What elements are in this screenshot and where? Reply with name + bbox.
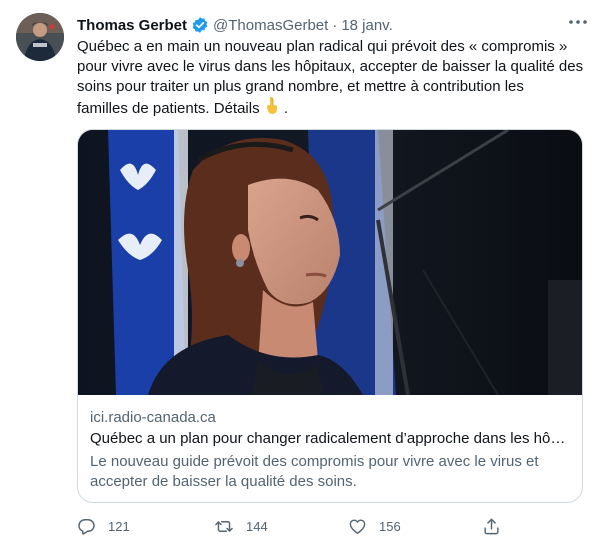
tweet-text-line: familles de patients. Détails [77, 100, 260, 117]
tweet-text-line: pour vivre avec le virus dans les hôpita… [77, 58, 584, 75]
card-title[interactable]: Québec a un plan pour changer radicaleme… [90, 429, 570, 449]
tweet-header: Thomas Gerbet @ThomasGerbet · 18 janv. [77, 14, 583, 36]
card-image[interactable] [78, 130, 582, 395]
like-button[interactable]: 156 [348, 517, 401, 536]
tweet-text-end: . [279, 100, 289, 117]
share-icon [482, 517, 501, 536]
reply-icon [77, 517, 96, 536]
reply-count: 121 [108, 518, 130, 534]
retweet-count: 144 [246, 518, 268, 534]
tweet-text-line: soins pour traiter un plus grand nombre,… [77, 78, 524, 95]
reply-button[interactable]: 121 [77, 517, 130, 536]
more-options-icon[interactable] [565, 12, 591, 32]
tweet-text-line: Québec a en main un nouveau plan radical… [77, 38, 568, 55]
card-description-line: accepter de baisser la qualité des soins… [90, 473, 357, 490]
card-description-line: Le nouveau guide prévoit des compromis p… [90, 453, 539, 470]
action-bar: 121 144 156 [77, 514, 507, 538]
card-description: Le nouveau guide prévoit des compromis p… [90, 452, 570, 492]
tweet-text: Québec a en main un nouveau plan radical… [77, 37, 589, 121]
card-meta: ici.radio-canada.ca Québec a un plan pou… [90, 408, 570, 492]
like-count: 156 [379, 518, 401, 534]
link-card[interactable]: ici.radio-canada.ca Québec a un plan pou… [77, 129, 583, 503]
card-domain: ici.radio-canada.ca [90, 409, 216, 426]
share-button[interactable] [482, 517, 501, 536]
avatar[interactable] [16, 13, 64, 61]
header-separator: · [332, 16, 338, 34]
pointing-down-emoji [264, 97, 280, 121]
retweet-button[interactable]: 144 [214, 517, 268, 536]
author-handle[interactable]: @ThomasGerbet [213, 17, 328, 34]
retweet-icon [214, 517, 234, 536]
author-name[interactable]: Thomas Gerbet [77, 17, 187, 34]
tweet-date[interactable]: 18 janv. [341, 17, 392, 34]
like-icon [348, 517, 367, 536]
verified-badge-icon [191, 16, 209, 34]
tweet[interactable]: Thomas Gerbet @ThomasGerbet · 18 janv. Q… [0, 0, 599, 546]
tweet-text-line-last: familles de patients. Détails . [77, 97, 589, 121]
